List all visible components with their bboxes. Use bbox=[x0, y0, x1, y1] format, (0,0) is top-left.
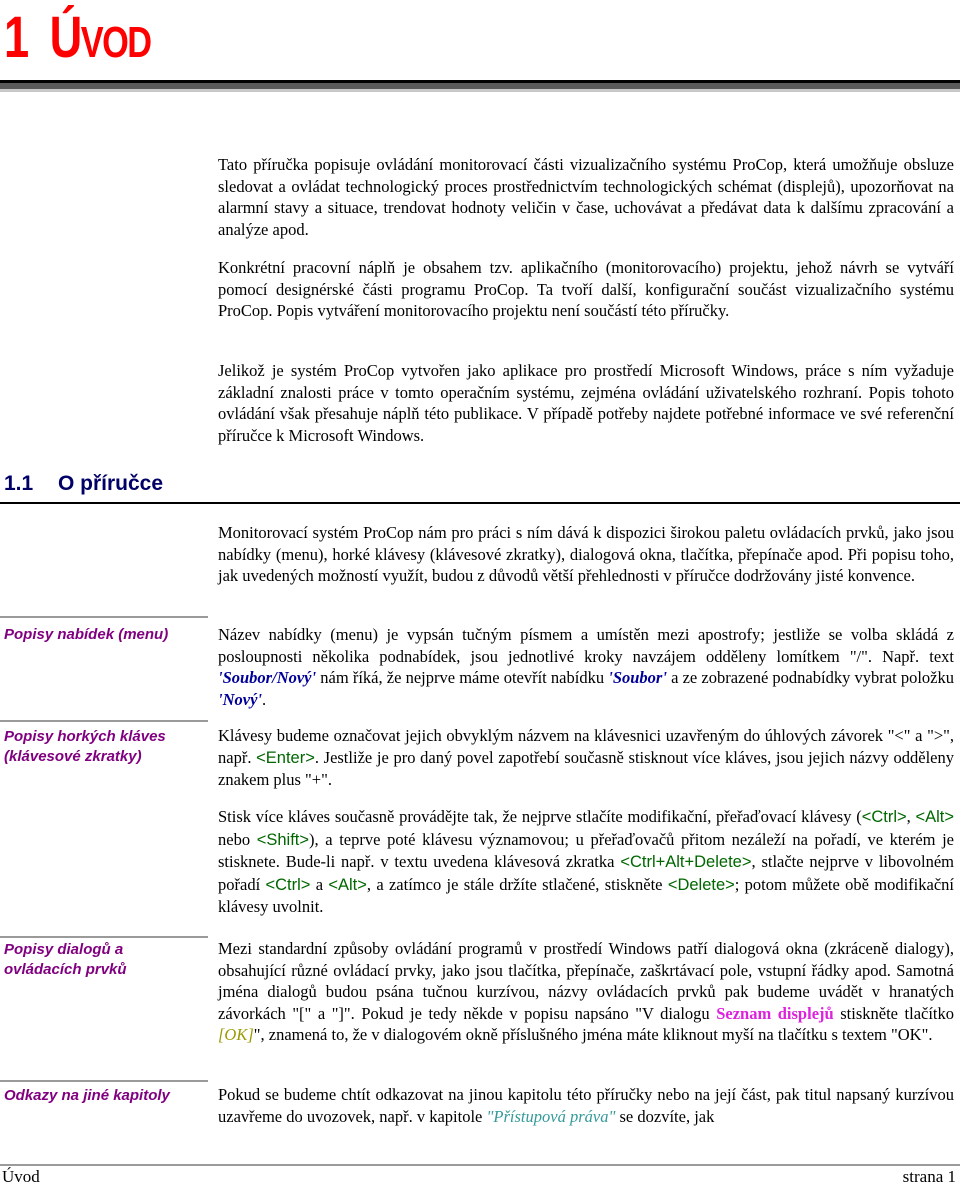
intro-paragraph-2: Konkrétní pracovní náplň je obsahem tzv.… bbox=[218, 258, 954, 320]
footer-rule bbox=[0, 1164, 960, 1166]
text-run: ", znamená to, že v dialogovém okně přís… bbox=[253, 1025, 933, 1044]
footer-chapter-name: Úvod bbox=[2, 1167, 40, 1186]
section-rule bbox=[0, 502, 960, 504]
intro-paragraph-3: Jelikož je systém ProCop vytvořen jako a… bbox=[218, 361, 954, 445]
section-title: 1.1 O příručce bbox=[4, 472, 163, 496]
key-reference: <Ctrl+Alt+Delete> bbox=[620, 853, 752, 871]
side-rule-dialogs bbox=[0, 936, 208, 938]
text-run: Název nabídky (menu) je vypsán tučným pí… bbox=[218, 625, 954, 666]
chapter-title-initial: Ú bbox=[49, 5, 83, 70]
chapter-number: 1 bbox=[4, 5, 29, 70]
text-run: nebo bbox=[218, 829, 257, 849]
dialog-name-reference: Seznam displejů bbox=[716, 1003, 834, 1023]
text-run: stiskněte tlačítko bbox=[833, 1003, 955, 1023]
side-rule-menus bbox=[0, 616, 208, 618]
references-paragraph: Pokud se budeme chtít odkazovat na jinou… bbox=[218, 1084, 954, 1127]
key-reference: <Delete> bbox=[667, 875, 735, 894]
menu-reference: 'Soubor/Nový' bbox=[218, 668, 317, 687]
section-number: 1.1 bbox=[4, 472, 34, 495]
hotkeys-paragraph: Klávesy budeme označovat jejich obvyklým… bbox=[218, 725, 954, 791]
section-title-text: O příručce bbox=[58, 472, 164, 495]
text-run: nám říká, že nejprve máme otevřít nabídk… bbox=[316, 668, 609, 687]
footer-page-number: strana 1 bbox=[902, 1167, 956, 1186]
chapter-rule-light bbox=[0, 89, 960, 92]
section-intro-paragraph: Monitorovací systém ProCop nám pro práci… bbox=[218, 523, 954, 585]
dialogs-paragraph: Mezi standardní způsoby ovládání program… bbox=[218, 938, 954, 1046]
key-reference: <Enter> bbox=[256, 748, 315, 767]
menu-reference: 'Soubor' bbox=[608, 668, 667, 687]
side-label-menus: Popisy nabídek (menu) bbox=[4, 626, 169, 643]
key-reference: <Alt> bbox=[328, 875, 367, 894]
chapter-title: 1 ÚVOD bbox=[4, 5, 152, 75]
text-run: , a zatímco je stále držíte stlačené, st… bbox=[366, 874, 668, 894]
hotkeys-paragraph-2: Stisk více kláves současně provádějte ta… bbox=[218, 806, 954, 918]
side-rule-hotkeys bbox=[0, 720, 208, 722]
text-run: se dozvíte, jak bbox=[615, 1106, 715, 1126]
text-run: a ze zobrazené podnabídky vybrat položku bbox=[666, 668, 954, 687]
menus-paragraph: Název nabídky (menu) je vypsán tučným pí… bbox=[218, 624, 954, 710]
side-label-references: Odkazy na jiné kapitoly bbox=[4, 1087, 170, 1104]
intro-paragraph-1: Tato příručka popisuje ovládání monitoro… bbox=[218, 155, 954, 239]
key-reference: <Shift> bbox=[256, 830, 310, 849]
control-reference: [OK] bbox=[218, 1025, 254, 1044]
text-run: Stisk více kláves současně provádějte ta… bbox=[218, 807, 862, 826]
chapter-reference: "Přístupová práva" bbox=[486, 1106, 616, 1126]
menu-reference: 'Nový' bbox=[218, 689, 262, 709]
text-run: . bbox=[261, 689, 267, 709]
chapter-title-rest: VOD bbox=[80, 18, 152, 67]
side-label-hotkeys: Popisy horkých kláves (klávesové zkratky… bbox=[4, 728, 166, 765]
key-reference: <Alt> bbox=[915, 808, 955, 826]
key-reference: <Ctrl> bbox=[861, 808, 907, 826]
text-run: a bbox=[310, 874, 329, 894]
side-rule-references bbox=[0, 1080, 208, 1082]
side-label-dialogs: Popisy dialogů a ovládacích prvků bbox=[4, 941, 127, 978]
text-run: . Jestliže je pro daný povel zapotřebí s… bbox=[218, 747, 954, 790]
key-reference: <Ctrl> bbox=[265, 875, 311, 894]
